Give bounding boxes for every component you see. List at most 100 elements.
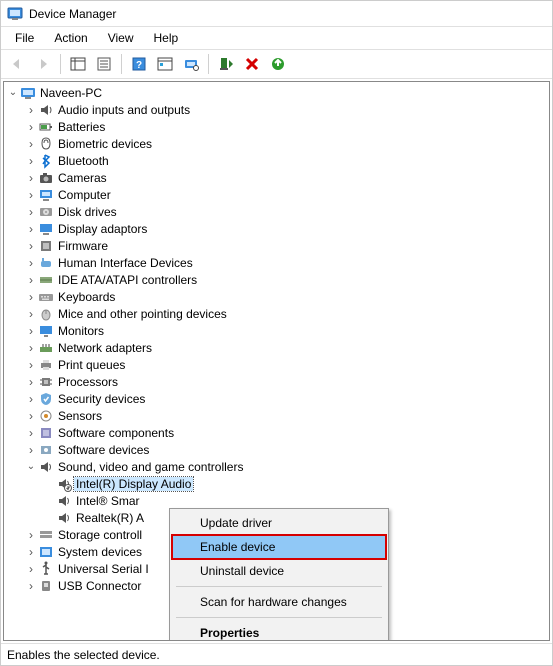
usb-icon — [38, 561, 54, 577]
expand-caret-icon[interactable] — [24, 120, 38, 134]
update-driver-button[interactable] — [266, 52, 290, 76]
category-keyboard[interactable]: Keyboards — [6, 288, 547, 305]
category-swd[interactable]: Software devices — [6, 441, 547, 458]
context-uninstall-device[interactable]: Uninstall device — [172, 559, 386, 583]
menu-view[interactable]: View — [98, 29, 144, 47]
expand-caret-icon[interactable] — [24, 103, 38, 117]
expand-caret-icon[interactable] — [6, 87, 20, 98]
mouse-icon — [38, 306, 54, 322]
disk-icon — [38, 204, 54, 220]
monitor-icon — [38, 323, 54, 339]
category-mouse[interactable]: Mice and other pointing devices — [6, 305, 547, 322]
expand-caret-icon[interactable] — [24, 137, 38, 151]
category-cpu[interactable]: Processors — [6, 373, 547, 390]
expand-caret-icon[interactable] — [24, 579, 38, 593]
expand-caret-icon[interactable] — [24, 307, 38, 321]
context-properties[interactable]: Properties — [172, 621, 386, 641]
category-camera[interactable]: Cameras — [6, 169, 547, 186]
category-sensor[interactable]: Sensors — [6, 407, 547, 424]
expand-caret-icon[interactable] — [24, 290, 38, 304]
expand-caret-icon[interactable] — [24, 154, 38, 168]
category-security[interactable]: Security devices — [6, 390, 547, 407]
category-speaker[interactable]: Audio inputs and outputs — [6, 101, 547, 118]
tree-item-label: Keyboards — [56, 290, 117, 304]
category-ide[interactable]: IDE ATA/ATAPI controllers — [6, 271, 547, 288]
menu-bar: File Action View Help — [1, 27, 552, 49]
category-printer[interactable]: Print queues — [6, 356, 547, 373]
scan-hardware-button[interactable] — [179, 52, 203, 76]
device-sound-0[interactable]: Intel(R) Display Audio — [6, 475, 547, 492]
app-icon — [7, 6, 23, 22]
expand-caret-icon[interactable] — [24, 171, 38, 185]
enable-device-button[interactable] — [214, 52, 238, 76]
expand-caret-icon[interactable] — [24, 375, 38, 389]
tree-item-label: System devices — [56, 545, 144, 559]
show-hide-tree-button[interactable] — [66, 52, 90, 76]
context-scan-hardware[interactable]: Scan for hardware changes — [172, 590, 386, 614]
back-button[interactable] — [5, 52, 29, 76]
tree-root[interactable]: Naveen-PC — [6, 84, 547, 101]
action-icon-button[interactable] — [153, 52, 177, 76]
tree-item-label: IDE ATA/ATAPI controllers — [56, 273, 199, 287]
tree-item-label: Audio inputs and outputs — [56, 103, 192, 117]
expand-caret-icon[interactable] — [24, 443, 38, 457]
tree-item-label: USB Connector — [56, 579, 143, 593]
expand-caret-icon[interactable] — [24, 239, 38, 253]
category-sound[interactable]: Sound, video and game controllers — [6, 458, 547, 475]
category-hid[interactable]: Human Interface Devices — [6, 254, 547, 271]
tree-item-label: Disk drives — [56, 205, 119, 219]
context-enable-device[interactable]: Enable device — [172, 535, 386, 559]
expand-caret-icon[interactable] — [24, 545, 38, 559]
speaker-icon — [56, 493, 72, 509]
category-display[interactable]: Display adaptors — [6, 220, 547, 237]
device-sound-1[interactable]: Intel® Smar — [6, 492, 547, 509]
expand-caret-icon[interactable] — [24, 392, 38, 406]
context-update-driver[interactable]: Update driver — [172, 511, 386, 535]
help-button[interactable]: ? — [127, 52, 151, 76]
expand-caret-icon[interactable] — [24, 188, 38, 202]
forward-button[interactable] — [31, 52, 55, 76]
category-swc[interactable]: Software components — [6, 424, 547, 441]
computer-icon — [20, 85, 36, 101]
security-icon — [38, 391, 54, 407]
menu-help[interactable]: Help — [144, 29, 189, 47]
properties-button[interactable] — [92, 52, 116, 76]
context-separator — [176, 617, 382, 618]
expand-caret-icon[interactable] — [24, 222, 38, 236]
ide-icon — [38, 272, 54, 288]
menu-file[interactable]: File — [5, 29, 44, 47]
expand-caret-icon[interactable] — [24, 324, 38, 338]
expand-caret-icon[interactable] — [24, 273, 38, 287]
tree-item-label: Storage controll — [56, 528, 144, 542]
category-finger[interactable]: Biometric devices — [6, 135, 547, 152]
expand-caret-icon[interactable] — [24, 205, 38, 219]
tree-item-label: Sensors — [56, 409, 104, 423]
category-bluetooth[interactable]: Bluetooth — [6, 152, 547, 169]
context-menu: Update driver Enable device Uninstall de… — [169, 508, 389, 641]
uninstall-device-button[interactable] — [240, 52, 264, 76]
expand-caret-icon[interactable] — [24, 562, 38, 576]
swd-icon — [38, 442, 54, 458]
expand-caret-icon[interactable] — [24, 528, 38, 542]
category-monitor[interactable]: Monitors — [6, 322, 547, 339]
toolbar-separator — [121, 54, 122, 74]
expand-caret-icon[interactable] — [24, 256, 38, 270]
expand-caret-icon[interactable] — [24, 409, 38, 423]
printer-icon — [38, 357, 54, 373]
category-computer[interactable]: Computer — [6, 186, 547, 203]
device-tree[interactable]: Naveen-PC Audio inputs and outputsBatteri… — [3, 81, 550, 641]
expand-caret-icon[interactable] — [24, 461, 38, 472]
category-battery[interactable]: Batteries — [6, 118, 547, 135]
category-firmware[interactable]: Firmware — [6, 237, 547, 254]
firmware-icon — [38, 238, 54, 254]
svg-text:?: ? — [136, 60, 142, 71]
menu-action[interactable]: Action — [44, 29, 97, 47]
expand-caret-icon[interactable] — [24, 358, 38, 372]
display-icon — [38, 221, 54, 237]
expand-caret-icon[interactable] — [24, 426, 38, 440]
expand-caret-icon[interactable] — [24, 341, 38, 355]
tree-item-label: Sound, video and game controllers — [56, 460, 245, 474]
toolbar: ? — [1, 49, 552, 79]
category-disk[interactable]: Disk drives — [6, 203, 547, 220]
category-net[interactable]: Network adapters — [6, 339, 547, 356]
